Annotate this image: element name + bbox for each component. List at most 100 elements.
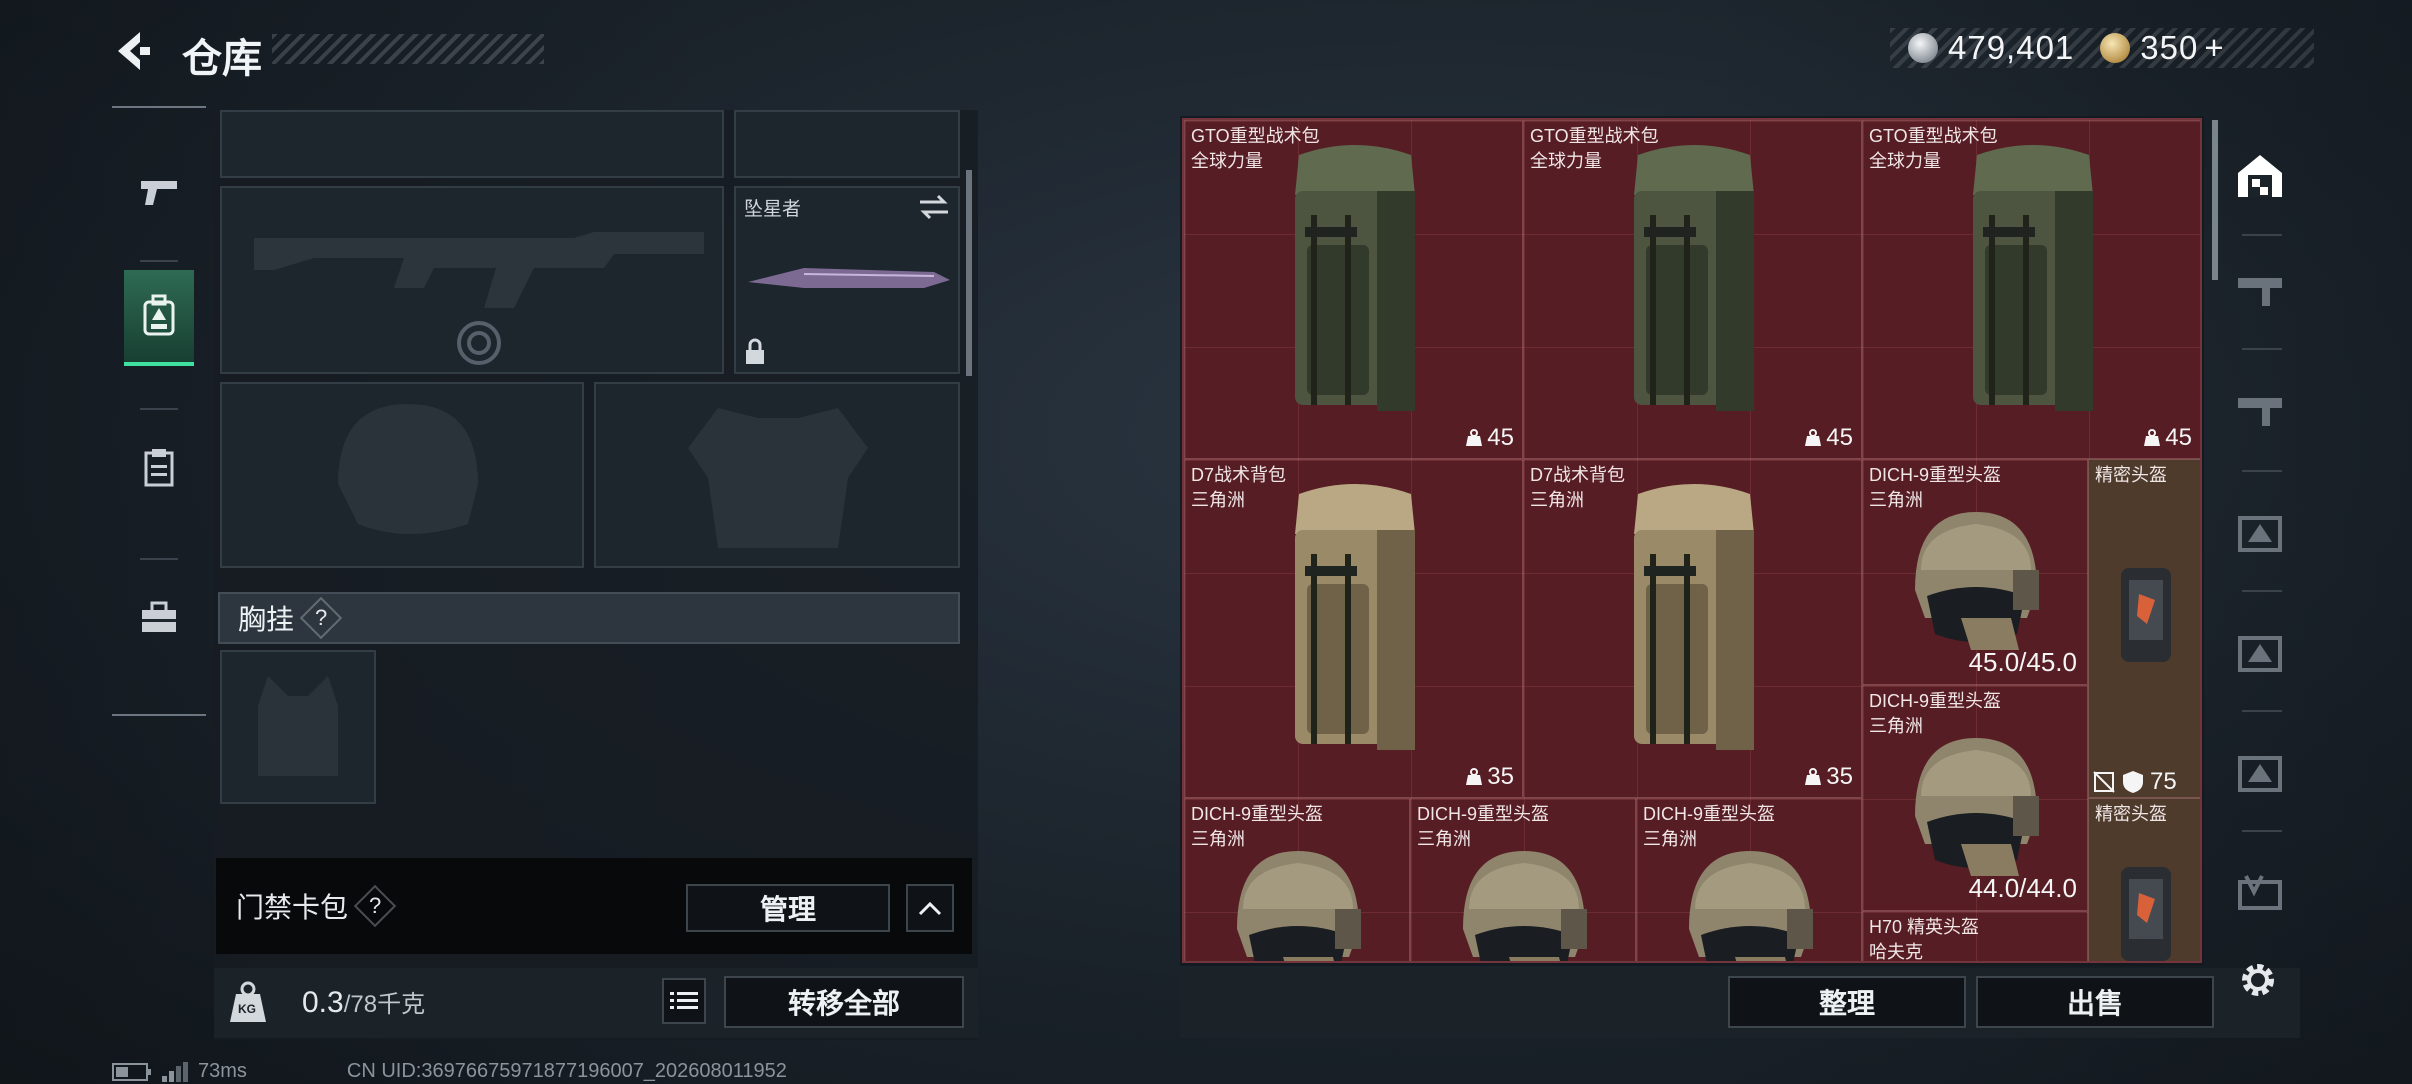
tab-storage-4[interactable] [2230,624,2290,684]
storage-rack-1-icon [2238,278,2282,306]
slot-top-partial[interactable] [220,110,724,178]
storage-item-gadget[interactable]: 精密头盔 [2088,798,2200,961]
status-bar: 73ms CN UID:3697667597187719600​7_202608… [112,1060,787,1083]
storage-item-helmet[interactable]: H70 精英头盔 哈夫克 [1862,911,2088,961]
item-brand: 三角洲 [1191,829,1245,849]
storage-rack-5-icon [2238,756,2282,792]
warehouse-home-icon [2238,155,2282,197]
item-brand: 三角洲 [1869,716,1923,736]
nav-item-equipment[interactable] [124,270,194,366]
currency-bar: 479,401 350 + [1890,28,2314,68]
storage-item-helmet[interactable]: DICH-9重型头盔 三角洲 44.0/44.0 [1862,685,2088,911]
storage-rack-2-icon [2238,398,2282,426]
knife-icon [748,268,950,288]
item-brand: 全球力量 [1191,151,1263,171]
gadget-icon [2111,859,2181,961]
tab-storage-1[interactable] [2230,262,2290,322]
gold-plus-button[interactable]: + [2204,29,2224,67]
item-name: 精密头盔 [2095,465,2167,485]
storage-item-helmet[interactable]: DICH-9重型头盔 三角洲 [1410,798,1636,961]
chest-rig-slot[interactable] [220,650,376,804]
keycard-manage-button[interactable]: 管理 [686,884,890,932]
storage-rack-6-icon [2238,875,2282,910]
capacity-value: 45 [1487,424,1514,451]
tab-storage-2[interactable] [2230,382,2290,442]
item-brand: 三角洲 [1643,829,1697,849]
storage-item-backpack-green[interactable]: GTO重型战术包 全球力量 45 [1184,120,1523,459]
storage-item-helmet[interactable]: DICH-9重型头盔 三角洲 [1184,798,1410,961]
clipboard-icon [144,449,174,487]
keycard-help-button[interactable]: ? [353,884,397,928]
tab-warehouse-home[interactable] [2230,146,2290,206]
helmet-icon [1449,839,1599,961]
storage-item-backpack-green[interactable]: GTO重型战术包 全球力量 45 [1862,120,2200,459]
backpack-icon [1285,135,1425,430]
item-capacity: 35 [1465,763,1514,791]
item-brand: 三角洲 [1530,490,1584,510]
item-name: DICH-9重型头盔 [1643,804,1776,824]
backpack-icon [1963,135,2103,430]
chest-rig-help-button[interactable]: ? [299,596,343,640]
storage-item-helmet[interactable]: DICH-9重型头盔 三角洲 [1636,798,1862,961]
toolbox-icon [142,601,176,632]
swap-arrows-icon[interactable] [918,194,950,220]
capacity-value: 35 [1826,763,1853,790]
nav-item-toolbox[interactable] [124,570,194,666]
keycard-collapse-button[interactable] [906,884,954,932]
settings-button[interactable] [2236,958,2280,1002]
item-capacity: 45 [1804,424,1853,452]
helmet-icon [1675,839,1825,961]
armor-slot[interactable] [594,382,960,568]
tab-storage-5[interactable] [2230,744,2290,804]
back-button[interactable] [110,28,156,74]
pistol-icon [141,181,177,205]
battery-icon [112,1062,151,1081]
sort-button[interactable]: 整理 [1728,976,1966,1028]
item-brand: 三角洲 [1869,490,1923,510]
nav-item-supplies[interactable] [124,420,194,516]
melee-slot-label: 坠星者 [744,199,802,220]
armor-protection-badge: 75 [2092,768,2177,796]
silver-coin-icon [1908,33,1938,63]
item-name: 精密头盔 [2095,804,2167,824]
helmet-icon [1901,726,2051,891]
page-title: 仓库 [182,37,262,81]
lock-icon [746,338,764,364]
capacity-value: 45 [1826,424,1853,451]
loadout-scrollbar[interactable] [966,170,972,376]
storage-item-helmet[interactable]: DICH-9重型头盔 三角洲 45.0/45.0 [1862,459,2088,685]
armor-value: 75 [2150,768,2177,795]
slot-top-right-partial[interactable] [734,110,960,178]
storage-grid: GTO重型战术包 全球力量 45 GTO重型战术包 全球力量 45 GTO重型战术包 全球力量… [1182,118,2202,963]
sell-button[interactable]: 出售 [1976,976,2214,1028]
ping-text: 73ms [198,1060,247,1082]
target-reticle-icon [457,321,501,365]
item-brand: 三角洲 [1191,490,1245,510]
back-arrow-icon [118,32,150,70]
nav-item-weapons[interactable] [124,144,194,240]
helmet-slot[interactable] [220,382,584,568]
primary-weapon-slot[interactable] [220,186,724,374]
signal-icon [162,1061,188,1082]
storage-item-backpack-tan[interactable]: D7战术背包 三角洲 35 [1523,459,1862,798]
item-brand: 全球力量 [1530,151,1602,171]
chest-rig-section-header: 胸挂 ? [218,592,960,644]
item-name: GTO重型战术包 [1869,126,1998,146]
tab-storage-6[interactable] [2230,864,2290,924]
item-name: D7战术背包 [1530,465,1626,485]
weight-kg-icon: KG [228,980,268,1024]
storage-item-backpack-green[interactable]: GTO重型战术包 全球力量 45 [1523,120,1862,459]
storage-item-backpack-tan[interactable]: D7战术背包 三角洲 35 [1184,459,1523,798]
backpack-icon [1624,135,1764,430]
item-brand: 三角洲 [1417,829,1471,849]
backpack-icon [1285,474,1425,769]
capacity-value: 45 [2165,424,2192,451]
list-view-button[interactable] [662,978,706,1024]
melee-slot[interactable]: 坠星者 [734,186,960,374]
shield-icon [2123,771,2143,793]
tab-storage-3[interactable] [2230,504,2290,564]
weight-kg-label: KG [238,1002,256,1016]
transfer-all-button[interactable]: 转移全部 [724,976,964,1028]
storage-item-gadget[interactable]: 精密头盔 [2088,459,2200,798]
weight-current: 0.3 [302,986,344,1019]
